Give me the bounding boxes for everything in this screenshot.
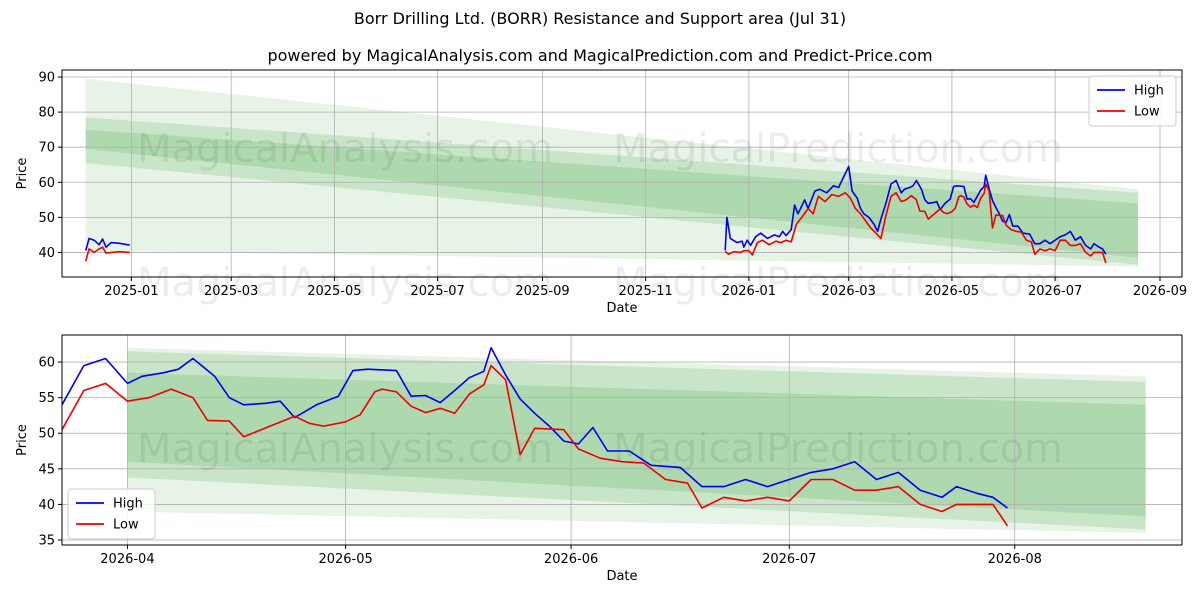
- y-axis-label: Price: [15, 158, 30, 190]
- legend-label-low: Low: [113, 518, 139, 533]
- legend-label-high: High: [1134, 84, 1164, 99]
- x-tick-label: 2025-11: [619, 284, 673, 299]
- legend-label-high: High: [113, 497, 143, 512]
- x-tick-label: 2025-05: [307, 284, 361, 299]
- chart-panel-1: MagicalAnalysis.com MagicalPrediction.com…: [15, 69, 1187, 316]
- x-tick-label: 2026-01: [722, 284, 776, 299]
- y-tick-label: 40: [38, 498, 55, 513]
- legend: High Low: [1088, 75, 1177, 127]
- watermark-prediction: MagicalPrediction.com: [613, 426, 1063, 472]
- y-tick-label: 35: [38, 534, 55, 549]
- watermark-prediction: MagicalPrediction.com: [613, 260, 1063, 306]
- x-tick-label: 2026-06: [544, 552, 598, 567]
- x-tick-label: 2026-04: [100, 552, 154, 567]
- y-tick-label: 70: [38, 141, 55, 156]
- y-tick-label: 60: [38, 356, 55, 371]
- watermark-analysis: MagicalAnalysis.com: [137, 260, 553, 306]
- y-axis-label: Price: [15, 424, 30, 456]
- y-tick-label: 60: [38, 176, 55, 191]
- x-axis-label: Date: [606, 569, 637, 584]
- legend-label-low: Low: [1134, 105, 1160, 120]
- y-tick-label: 50: [38, 427, 55, 442]
- y-tick-label: 55: [38, 391, 55, 406]
- y-tick-label: 80: [38, 106, 55, 121]
- y-tick-label: 90: [38, 71, 55, 86]
- x-tick-label: 2025-01: [104, 284, 158, 299]
- x-tick-label: 2025-03: [204, 284, 258, 299]
- support-resistance-bands: [85, 78, 1139, 267]
- legend: High Low: [67, 488, 156, 540]
- watermark-analysis: MagicalAnalysis.com: [137, 426, 553, 472]
- x-tick-label: 2026-03: [822, 284, 876, 299]
- x-tick-label: 2026-07: [762, 552, 816, 567]
- x-tick-label: 2026-09: [1133, 284, 1187, 299]
- y-tick-label: 45: [38, 462, 55, 477]
- watermark-prediction: MagicalPrediction.com: [613, 126, 1063, 172]
- y-tick-label: 50: [38, 211, 55, 226]
- chart-panel-2: MagicalAnalysis.com MagicalPrediction.com…: [15, 334, 1183, 584]
- x-tick-label: 2025-09: [515, 284, 569, 299]
- x-tick-label: 2026-05: [925, 284, 979, 299]
- x-tick-label: 2025-07: [410, 284, 464, 299]
- y-tick-label: 40: [38, 246, 55, 261]
- watermark-analysis: MagicalAnalysis.com: [137, 126, 553, 172]
- charts-canvas: MagicalAnalysis.com MagicalPrediction.com…: [15, 69, 1187, 584]
- x-axis-label: Date: [606, 301, 637, 316]
- x-tick-label: 2026-08: [988, 552, 1042, 567]
- x-tick-label: 2026-07: [1028, 284, 1082, 299]
- x-tick-label: 2026-05: [318, 552, 372, 567]
